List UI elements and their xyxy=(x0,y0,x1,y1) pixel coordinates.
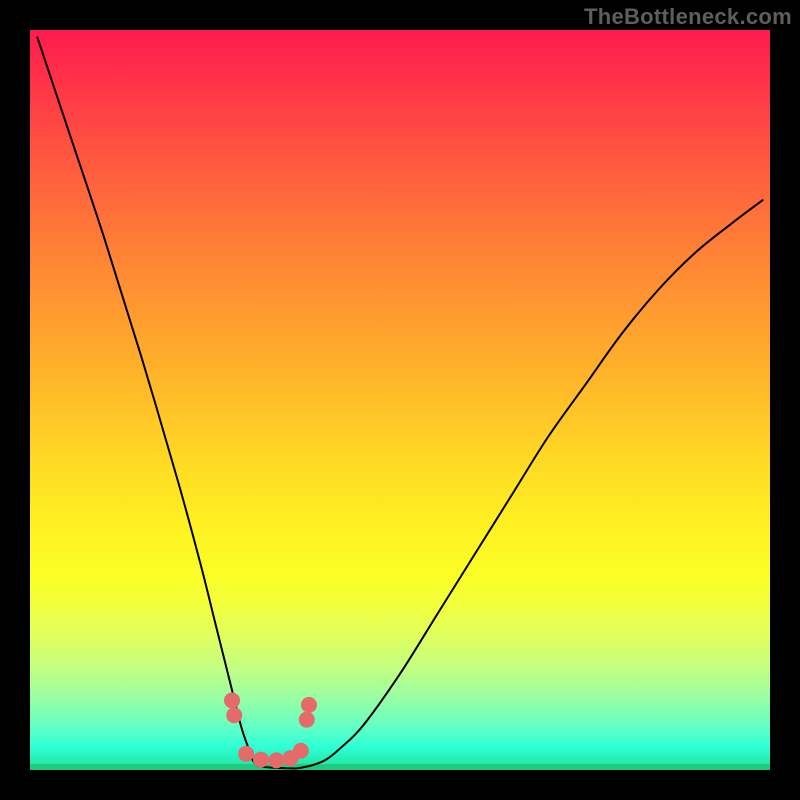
watermark-text: TheBottleneck.com xyxy=(584,4,792,30)
valley-dots xyxy=(224,692,317,768)
valley-dot xyxy=(301,697,317,713)
valley-dot xyxy=(224,692,240,708)
plot-area xyxy=(30,30,770,770)
curve-right-branch xyxy=(296,200,762,768)
valley-dot xyxy=(299,712,315,728)
valley-dot xyxy=(253,752,269,768)
valley-dot xyxy=(238,746,254,762)
curve-left-branch xyxy=(37,37,296,768)
valley-dot xyxy=(226,707,242,723)
valley-dot xyxy=(268,752,284,768)
chart-frame: TheBottleneck.com xyxy=(0,0,800,800)
curve-svg xyxy=(30,30,770,770)
valley-dot xyxy=(293,743,309,759)
